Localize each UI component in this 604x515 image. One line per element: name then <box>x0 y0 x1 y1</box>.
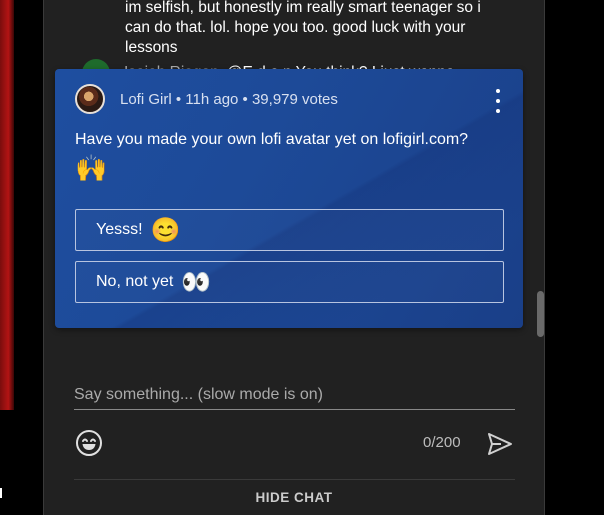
more-vert-icon[interactable] <box>492 89 504 113</box>
poll-meta: Lofi Girl • 11h ago • 39,979 votes <box>120 90 338 108</box>
eyes-emoji: 👀 <box>181 268 212 296</box>
chat-scrollbar[interactable] <box>537 291 544 337</box>
video-edge-mark <box>0 488 2 498</box>
chat-input-area: Say something... (slow mode is on) 0/200 <box>44 338 544 478</box>
poll-option-label: No, not yet <box>96 273 174 290</box>
channel-avatar[interactable] <box>75 84 105 114</box>
poll-question-text: Have you made your own lofi avatar yet o… <box>75 131 469 148</box>
poll-option-no[interactable]: No, not yet 👀 <box>75 261 504 303</box>
chat-message-input[interactable]: Say something... (slow mode is on) <box>74 382 515 410</box>
smiling-face-emoji: 😊 <box>150 216 181 244</box>
chat-message: im selfish, but honestly im really smart… <box>125 0 505 58</box>
hide-chat-button[interactable]: HIDE CHAT <box>44 480 544 515</box>
poll-option-yes[interactable]: Yesss! 😊 <box>75 209 504 251</box>
emoji-icon[interactable] <box>75 429 103 457</box>
send-icon[interactable] <box>487 431 513 457</box>
poll-header: Lofi Girl • 11h ago • 39,979 votes <box>75 84 338 114</box>
char-counter: 0/200 <box>423 434 461 451</box>
poll-question: Have you made your own lofi avatar yet o… <box>75 130 505 184</box>
raising-hands-emoji: 🙌 <box>75 153 108 183</box>
video-player-edge <box>0 0 14 410</box>
live-chat-panel: im selfish, but honestly im really smart… <box>43 0 545 515</box>
poll-option-label: Yesss! <box>96 221 143 238</box>
poll-card: Lofi Girl • 11h ago • 39,979 votes Have … <box>55 69 523 328</box>
chat-message-text: im selfish, but honestly im really smart… <box>125 0 481 56</box>
